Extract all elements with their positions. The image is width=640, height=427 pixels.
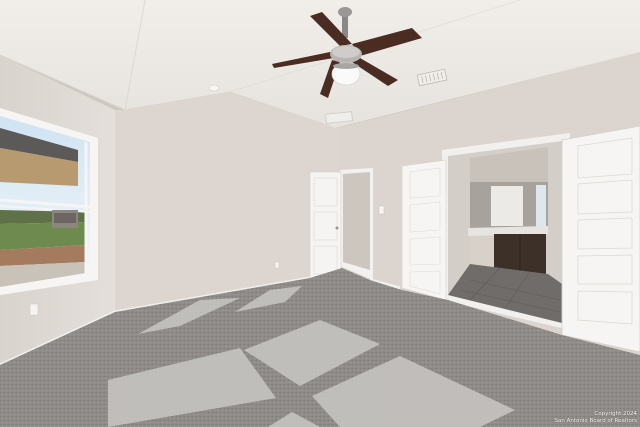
bedroom-photo: Copyright 2024 San Antonio Board of Real… [0,0,640,427]
room-illustration [0,0,640,427]
watermark-line-1: Copyright 2024 [594,411,637,417]
right-door [561,125,640,353]
bathroom-door [401,159,447,301]
light-switch [378,205,385,215]
watermark-line-2: San Antonio Board of Realtors [554,418,637,424]
smoke-detector [208,84,220,92]
closet-doorway [309,168,373,280]
wall-outlet [274,261,280,269]
window [0,108,98,295]
wall-outlet [29,303,39,316]
copyright-watermark: Copyright 2024 San Antonio Board of Real… [527,411,637,425]
bathroom-opening [442,133,570,330]
